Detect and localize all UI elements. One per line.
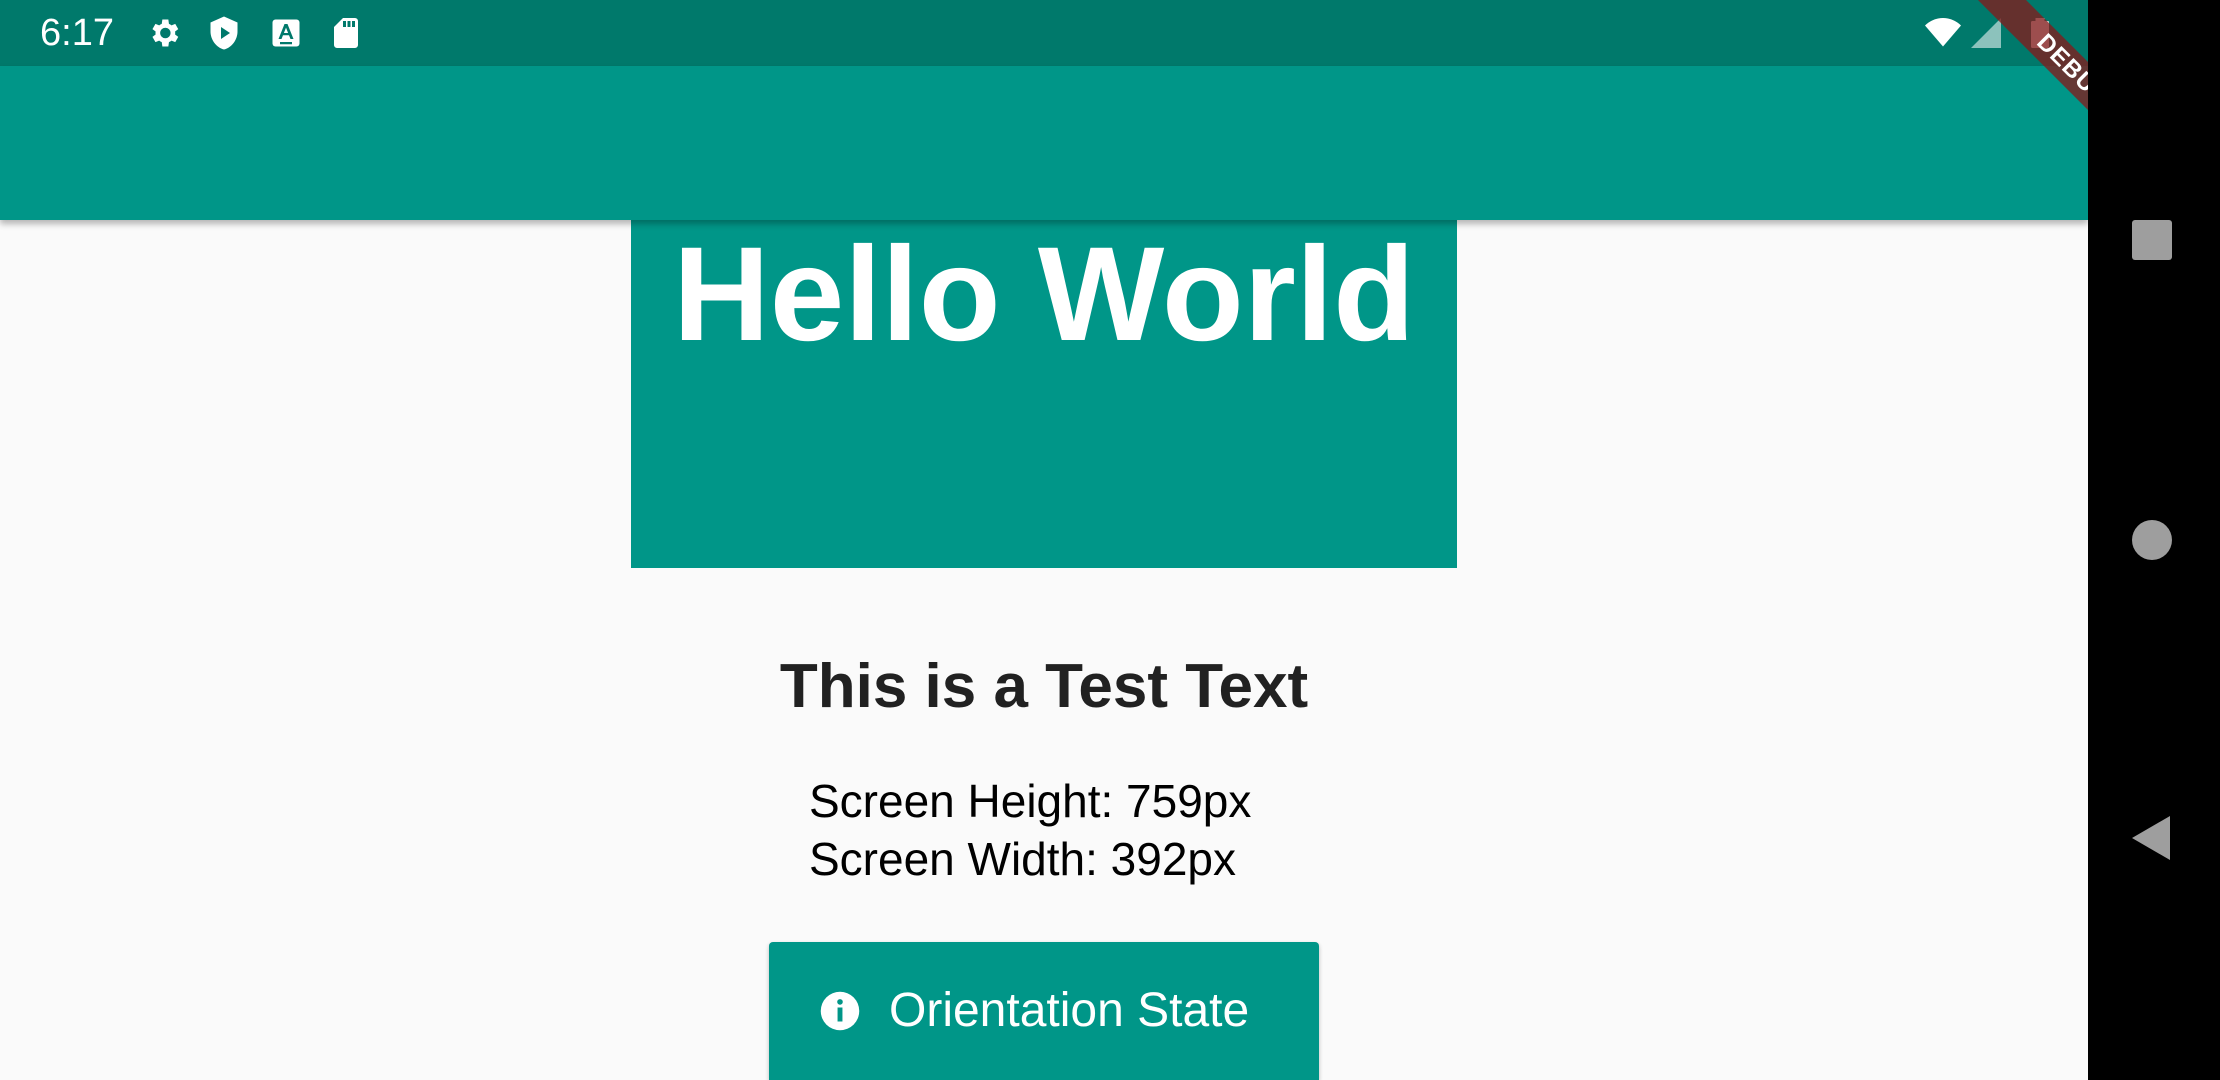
play-protect-icon <box>206 15 242 51</box>
navigation-bar <box>2088 0 2220 1080</box>
app-screen: 6:17 Hello World DEBUG This is a Test Te… <box>0 0 2088 1080</box>
status-time: 6:17 <box>40 12 114 54</box>
hello-world-title: Hello World <box>673 220 1415 369</box>
test-text-heading: This is a Test Text <box>779 652 1309 721</box>
hello-world-banner: Hello World <box>631 200 1457 568</box>
orientation-state-button[interactable]: Orientation State <box>769 942 1319 1080</box>
app-bar <box>0 66 2088 220</box>
orientation-state-label: Orientation State <box>889 984 1250 1037</box>
screen-dimensions: Screen Height: 759px Screen Width: 392px <box>809 772 1251 888</box>
info-icon <box>819 990 861 1032</box>
screen-width-text: Screen Width: 392px <box>809 833 1237 885</box>
settings-icon <box>146 15 182 51</box>
debug-banner: DEBUG <box>1925 0 2088 163</box>
home-circle-icon[interactable] <box>2130 518 2174 562</box>
keyboard-a-icon <box>268 15 304 51</box>
status-bar: 6:17 <box>0 0 2088 66</box>
screen-height-text: Screen Height: 759px <box>809 775 1252 827</box>
sd-card-icon <box>328 15 364 51</box>
back-triangle-icon[interactable] <box>2130 814 2174 862</box>
recents-square-icon[interactable] <box>2130 218 2174 262</box>
debug-label: DEBUG <box>1976 0 2088 163</box>
